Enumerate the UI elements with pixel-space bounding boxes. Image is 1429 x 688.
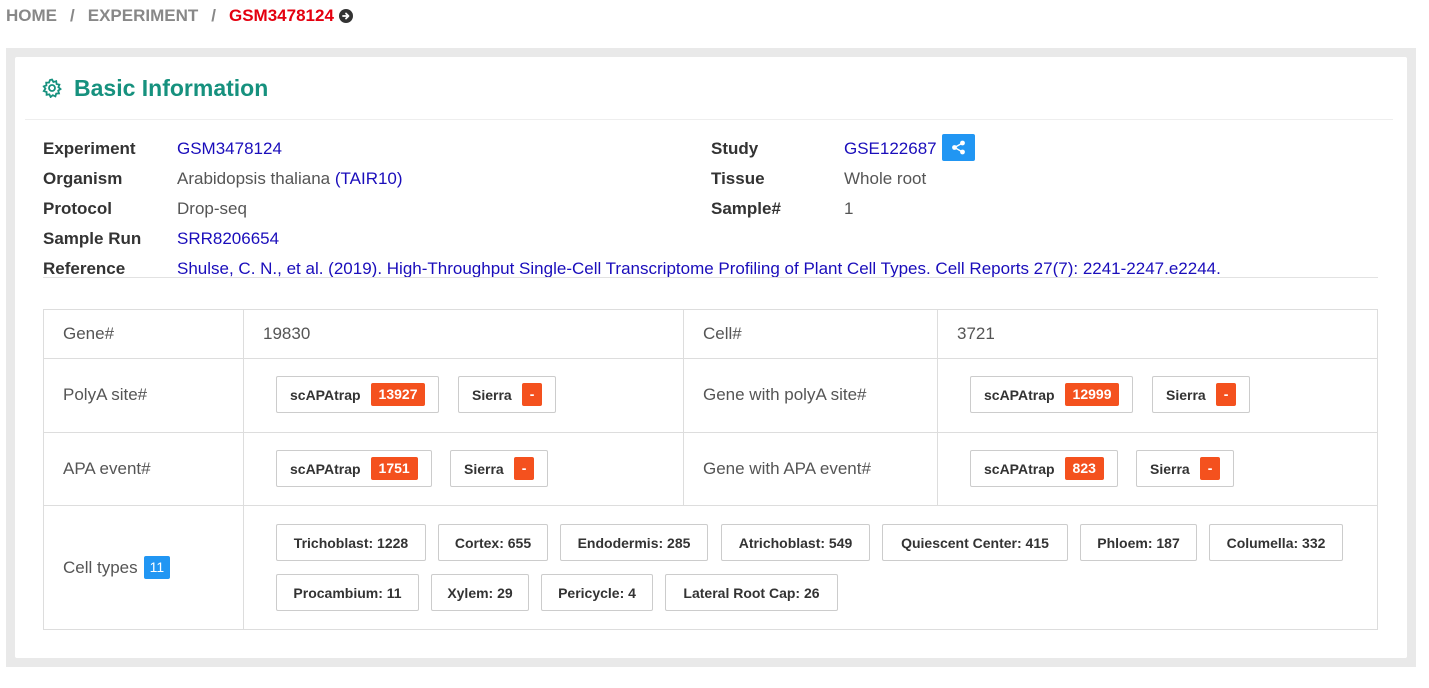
- share-button[interactable]: [941, 134, 975, 162]
- info-row-sample-run: Sample Run SRR8206654: [43, 224, 703, 254]
- card-header: Basic Information: [25, 57, 1393, 120]
- experiment-label: Experiment: [43, 139, 136, 158]
- protocol-value: Drop-seq: [177, 199, 247, 218]
- pill-label: Sierra: [1150, 460, 1190, 477]
- cell-type-tag-endodermis[interactable]: Endodermis: 285: [560, 524, 708, 561]
- cell-type-tag-lateral-root-cap[interactable]: Lateral Root Cap: 26: [665, 574, 838, 611]
- breadcrumb-home-link[interactable]: HOME: [6, 6, 57, 26]
- cell-type-tag-columella[interactable]: Columella: 332: [1209, 524, 1343, 561]
- count-badge: 1751: [370, 457, 418, 480]
- count-badge: -: [521, 383, 543, 406]
- pill-label: scAPAtrap: [290, 460, 361, 477]
- tissue-label: Tissue: [711, 169, 765, 188]
- table-row: PolyA site# scAPAtrap 13927 Sierra - Gen…: [44, 359, 1377, 433]
- info-row-sample-num: Sample# 1: [711, 194, 1371, 224]
- sample-num-label: Sample#: [711, 199, 781, 218]
- breadcrumb: HOME / EXPERIMENT / GSM3478124: [6, 6, 353, 26]
- organism-reference-link[interactable]: (TAIR10): [335, 169, 403, 188]
- polya-scapatrap-button[interactable]: scAPAtrap 13927: [276, 376, 440, 413]
- share-icon: [951, 140, 965, 155]
- arrow-right-circle-icon[interactable]: [338, 9, 353, 23]
- stats-table: Gene# 19830 Cell# 3721 PolyA site# scAPA…: [43, 309, 1378, 630]
- reference-link[interactable]: Shulse, C. N., et al. (2019). High-Throu…: [177, 259, 1221, 278]
- sample-num-value: 1: [844, 199, 854, 218]
- organism-label: Organism: [43, 169, 123, 188]
- card-title: Basic Information: [74, 74, 269, 101]
- count-badge: 12999: [1064, 383, 1120, 406]
- cell-type-tag-procambium[interactable]: Procambium: 11: [276, 574, 419, 611]
- study-label: Study: [711, 139, 759, 158]
- cell-type-tag-xylem[interactable]: Xylem: 29: [431, 574, 529, 611]
- info-row-study: Study GSE122687: [711, 134, 1371, 164]
- count-badge: -: [513, 457, 535, 480]
- cell-types-label: Cell types: [63, 558, 138, 577]
- reference-label: Reference: [43, 259, 126, 278]
- experiment-link[interactable]: GSM3478124: [177, 139, 282, 158]
- table-row: Cell types 11 Trichoblast: 1228 Cortex: 6…: [44, 506, 1377, 630]
- info-row-experiment: Experiment GSM3478124: [43, 134, 703, 164]
- breadcrumb-experiment-link[interactable]: EXPERIMENT: [88, 6, 199, 26]
- count-badge: 823: [1064, 457, 1104, 480]
- breadcrumb-current: GSM3478124: [229, 6, 334, 25]
- count-badge: -: [1199, 457, 1221, 480]
- cell-types-count-badge: 11: [143, 556, 171, 579]
- cell-type-tag-atrichoblast[interactable]: Atrichoblast: 549: [721, 524, 870, 561]
- pill-label: scAPAtrap: [290, 386, 361, 403]
- section-divider: [43, 277, 1378, 278]
- tissue-value: Whole root: [844, 169, 927, 188]
- count-badge: -: [1215, 383, 1237, 406]
- cell-type-tag-phloem[interactable]: Phloem: 187: [1080, 524, 1197, 561]
- page-panel: Basic Information Experiment GSM3478124 …: [6, 48, 1416, 667]
- cell-count-value: 3721: [957, 324, 995, 343]
- gene-polya-site-label: Gene with polyA site#: [703, 385, 867, 404]
- breadcrumb-separator: /: [70, 6, 75, 25]
- gene-apa-event-label: Gene with APA event#: [703, 459, 871, 478]
- apa-sierra-button[interactable]: Sierra -: [450, 450, 549, 487]
- gene-count-label: Gene#: [63, 324, 115, 343]
- cell-type-tag-pericycle[interactable]: Pericycle: 4: [541, 574, 653, 611]
- cell-count-label: Cell#: [703, 324, 742, 343]
- polya-site-label: PolyA site#: [63, 385, 148, 404]
- info-row-organism: Organism Arabidopsis thaliana (TAIR10): [43, 164, 703, 194]
- protocol-label: Protocol: [43, 199, 112, 218]
- pill-label: Sierra: [1166, 386, 1206, 403]
- gene-apa-sierra-button[interactable]: Sierra -: [1136, 450, 1235, 487]
- gear-icon: [42, 78, 62, 98]
- table-row: APA event# scAPAtrap 1751 Sierra - Gene …: [44, 433, 1377, 506]
- gene-count-value: 19830: [263, 324, 311, 343]
- cell-type-tag-trichoblast[interactable]: Trichoblast: 1228: [276, 524, 426, 561]
- apa-scapatrap-button[interactable]: scAPAtrap 1751: [276, 450, 432, 487]
- count-badge: 13927: [370, 383, 426, 406]
- cell-types-label-group: Cell types 11: [63, 556, 171, 580]
- basic-info-card: Basic Information Experiment GSM3478124 …: [15, 57, 1407, 658]
- breadcrumb-separator: /: [211, 6, 216, 25]
- pill-label: scAPAtrap: [984, 460, 1055, 477]
- table-row: Gene# 19830 Cell# 3721: [44, 310, 1377, 359]
- gene-apa-scapatrap-button[interactable]: scAPAtrap 823: [970, 450, 1118, 487]
- sample-run-label: Sample Run: [43, 229, 142, 248]
- study-link[interactable]: GSE122687: [844, 139, 937, 158]
- info-row-reference: Reference Shulse, C. N., et al. (2019). …: [43, 254, 1383, 284]
- sample-run-link[interactable]: SRR8206654: [177, 229, 279, 248]
- cell-type-tag-quiescent-center[interactable]: Quiescent Center: 415: [882, 524, 1068, 561]
- gene-polya-scapatrap-button[interactable]: scAPAtrap 12999: [970, 376, 1134, 413]
- gene-polya-sierra-button[interactable]: Sierra -: [1152, 376, 1251, 413]
- info-row-tissue: Tissue Whole root: [711, 164, 1371, 194]
- pill-label: Sierra: [464, 460, 504, 477]
- pill-label: Sierra: [472, 386, 512, 403]
- cell-type-tag-cortex[interactable]: Cortex: 655: [438, 524, 548, 561]
- apa-event-label: APA event#: [63, 459, 151, 478]
- pill-label: scAPAtrap: [984, 386, 1055, 403]
- info-row-protocol: Protocol Drop-seq: [43, 194, 703, 224]
- polya-sierra-button[interactable]: Sierra -: [458, 376, 557, 413]
- organism-value: Arabidopsis thaliana: [177, 169, 331, 188]
